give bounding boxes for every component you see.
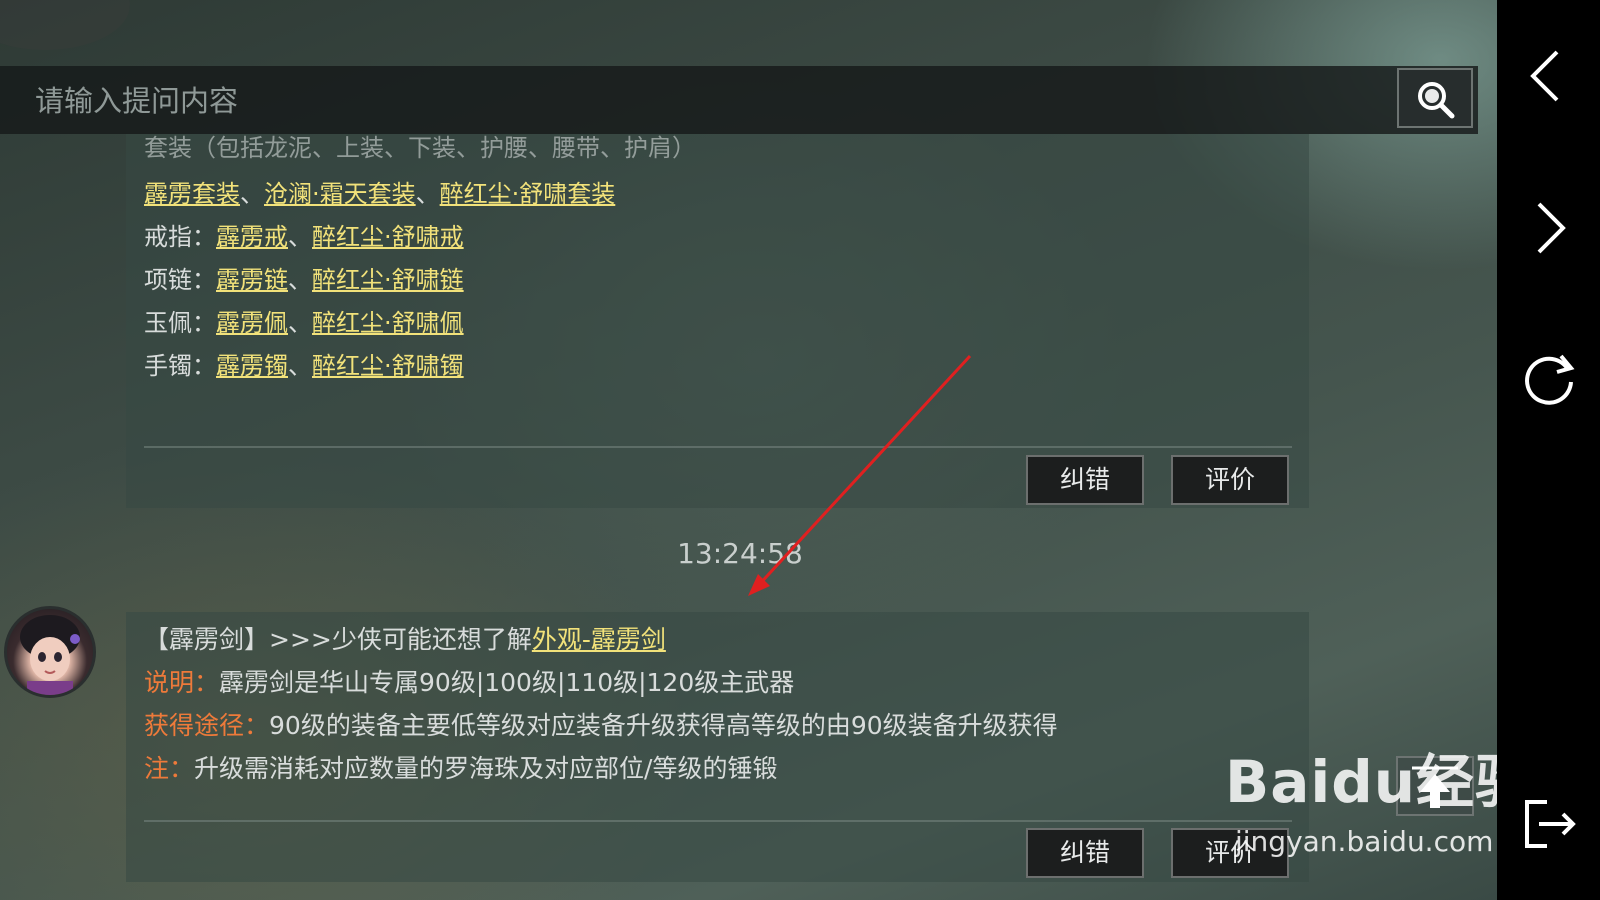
intro-text: 【霹雳剑】>>>少侠可能还想了解 <box>144 625 532 654</box>
separator: 、 <box>288 266 312 294</box>
divider <box>144 446 1292 448</box>
set-list: 霹雳套装、沧澜·霜天套装、醉红尘·舒啸套装 <box>144 174 615 209</box>
separator: 、 <box>288 223 312 251</box>
source-line: 获得途径：90级的装备主要低等级对应装备升级获得高等级的由90级装备升级获得 <box>144 706 1058 742</box>
avatar <box>4 606 96 698</box>
search-bar <box>0 66 1478 134</box>
search-button[interactable] <box>1397 68 1473 128</box>
row-necklace: 项链：霹雳链、醉红尘·舒啸链 <box>144 260 464 295</box>
link-appearance[interactable]: 外观-霹雳剑 <box>532 625 666 654</box>
side-nav-panel <box>1497 0 1600 900</box>
link-item[interactable]: 醉红尘·舒啸戒 <box>312 223 464 251</box>
note-text: 升级需消耗对应数量的罗海珠及对应部位/等级的锤锻 <box>194 754 778 783</box>
description-text: 霹雳剑是华山专属90级|100级|110级|120级主武器 <box>219 668 795 697</box>
search-input[interactable] <box>20 76 1387 126</box>
message-timestamp: 13:24:58 <box>677 537 803 570</box>
link-item[interactable]: 霹雳佩 <box>216 309 288 337</box>
row-label: 玉佩： <box>144 309 216 337</box>
forward-button[interactable] <box>1517 196 1581 260</box>
source-text: 90级的装备主要低等级对应装备升级获得高等级的由90级装备升级获得 <box>269 711 1058 740</box>
back-button[interactable] <box>1517 44 1581 108</box>
row-ring: 戒指：霹雳戒、醉红尘·舒啸戒 <box>144 217 464 252</box>
answer-card-1: 套装（包括龙泥、上装、下装、护腰、腰带、护肩） 霹雳套装、沧澜·霜天套装、醉红尘… <box>126 134 1309 508</box>
answer-card-2: 【霹雳剑】>>>少侠可能还想了解外观-霹雳剑 说明：霹雳剑是华山专属90级|10… <box>126 612 1309 882</box>
chevron-right-icon <box>1537 202 1566 254</box>
description-line: 说明：霹雳剑是华山专属90级|100级|110级|120级主武器 <box>144 663 794 699</box>
truncated-text: 套装（包括龙泥、上装、下装、护腰、腰带、护肩） <box>144 134 696 162</box>
search-icon <box>1418 82 1455 119</box>
exit-button[interactable] <box>1517 792 1581 856</box>
separator: 、 <box>288 352 312 380</box>
refresh-button[interactable] <box>1517 348 1581 412</box>
correct-button[interactable]: 纠错 <box>1026 455 1144 505</box>
row-pendant: 玉佩：霹雳佩、醉红尘·舒啸佩 <box>144 303 464 338</box>
row-bracelet: 手镯：霹雳镯、醉红尘·舒啸镯 <box>144 346 464 381</box>
correct-button[interactable]: 纠错 <box>1026 828 1144 878</box>
link-item[interactable]: 醉红尘·舒啸镯 <box>312 352 464 380</box>
row-label: 戒指： <box>144 223 216 251</box>
link-item[interactable]: 醉红尘·舒啸链 <box>312 266 464 294</box>
rate-button[interactable]: 评价 <box>1171 455 1289 505</box>
exit-icon <box>1525 800 1576 848</box>
watermark-logo: Baidu经验 <box>1225 748 1535 816</box>
note-line: 注：升级需消耗对应数量的罗海珠及对应部位/等级的锤锻 <box>144 749 777 785</box>
link-item[interactable]: 霹雳戒 <box>216 223 288 251</box>
avatar-image <box>20 615 80 695</box>
link-set-1[interactable]: 霹雳套装 <box>144 180 240 208</box>
source-label: 获得途径： <box>144 711 270 740</box>
refresh-icon <box>1525 354 1575 405</box>
row-label: 项链： <box>144 266 216 294</box>
link-set-2[interactable]: 沧澜·霜天套装 <box>264 180 416 208</box>
link-item[interactable]: 霹雳镯 <box>216 352 288 380</box>
chevron-left-icon <box>1530 50 1559 102</box>
intro-line: 【霹雳剑】>>>少侠可能还想了解外观-霹雳剑 <box>144 620 666 656</box>
watermark-url: jingyan.baidu.com <box>1235 825 1494 858</box>
divider <box>144 820 1292 822</box>
link-item[interactable]: 霹雳链 <box>216 266 288 294</box>
row-label: 手镯： <box>144 352 216 380</box>
description-label: 说明： <box>144 668 220 697</box>
separator: 、 <box>240 180 264 208</box>
note-label: 注： <box>144 754 195 783</box>
link-set-3[interactable]: 醉红尘·舒啸套装 <box>440 180 616 208</box>
separator: 、 <box>288 309 312 337</box>
separator: 、 <box>415 180 440 208</box>
link-item[interactable]: 醉红尘·舒啸佩 <box>312 309 464 337</box>
